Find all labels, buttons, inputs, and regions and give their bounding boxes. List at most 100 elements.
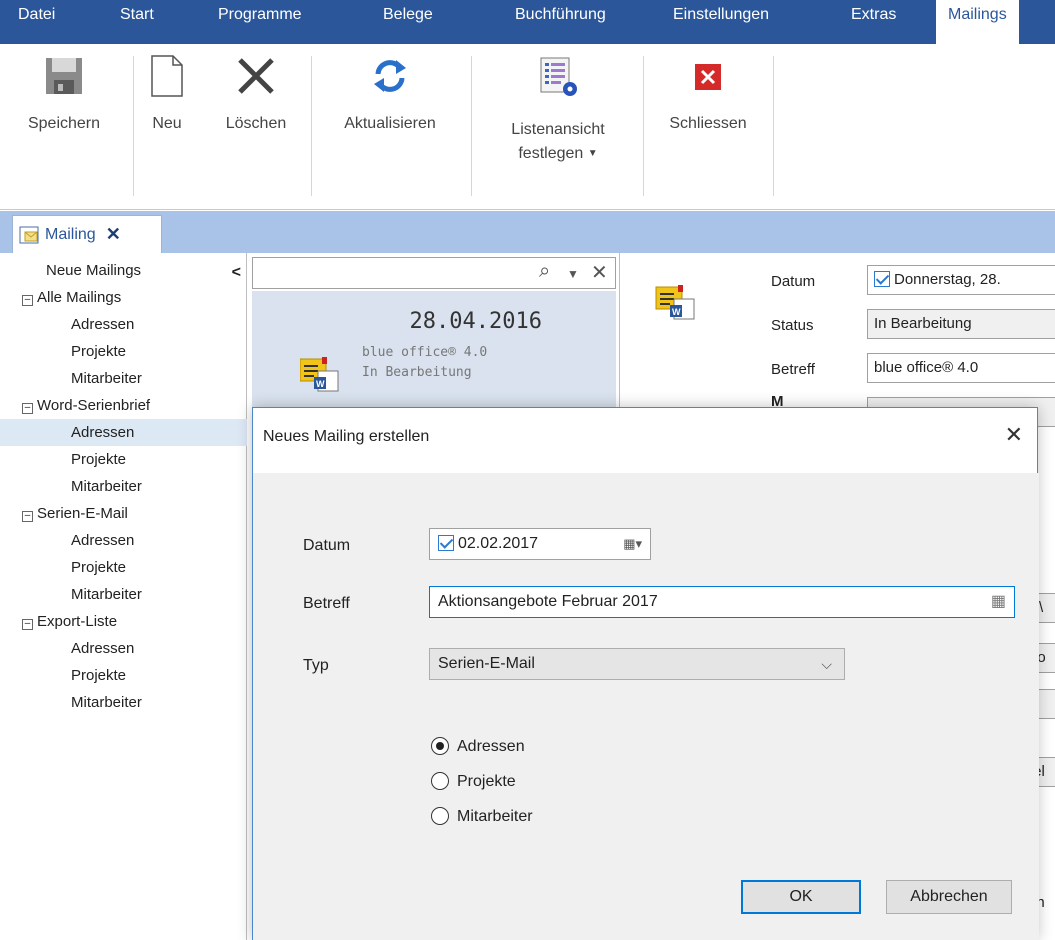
svg-text:W: W [672,307,681,317]
delete-x-icon [238,58,274,94]
word-letter-icon: W [655,285,695,320]
menu-extras[interactable]: Extras [851,0,896,44]
tree-item-adressen[interactable]: Adressen [0,635,247,662]
dropdown-arrow-icon: ▼ [587,148,598,159]
tree-item-projekte[interactable]: Projekte [0,662,247,689]
tab-close-icon[interactable]: ✕ [106,224,121,245]
dialog-close-icon[interactable]: ✕ [1005,422,1023,448]
search-icon[interactable]: ⌕ [539,260,550,283]
menu-datei[interactable]: Datei [18,0,55,44]
clear-search-icon[interactable]: ✕ [591,260,608,285]
document-tab-bar: Mailing ✕ [0,211,1055,253]
datum-label: Datum [771,273,816,290]
tree-item-mitarbeiter[interactable]: Mitarbeiter [0,473,247,500]
tree-item-mitarbeiter[interactable]: Mitarbeiter [0,689,247,716]
tree-item-word-serienbrief[interactable]: – Word-Serienbrief [0,392,247,419]
menu-mailings[interactable]: Mailings [936,0,1019,44]
card-date: 28.04.2016 [409,309,542,334]
dialog-betreff-label: Betreff [303,595,350,612]
tree-item-projekte[interactable]: Projekte [0,446,247,473]
datum-checkbox[interactable] [874,271,890,287]
status-label: Status [771,317,814,334]
navigation-tree: Neue Mailings < – Alle Mailings Adressen … [0,253,247,940]
radio-button-selected[interactable] [431,737,449,755]
search-input[interactable]: ⌕ ▼ ✕ [252,257,616,289]
collapse-box-icon[interactable]: – [22,403,33,414]
dialog-typ-label: Typ [303,657,329,674]
new-button[interactable]: Neu [142,55,192,136]
tree-item-projekte[interactable]: Projekte [0,554,247,581]
dialog-betreff-input[interactable]: Aktionsangebote Februar 2017 ▦ [429,586,1015,618]
card-subject: blue office® 4.0 [362,345,488,360]
status-field[interactable]: In Bearbeitung [867,309,1055,339]
menu-bar: Datei Start Programme Belege Buchführung… [0,0,1055,44]
mailing-document-icon [19,226,39,243]
menu-einstellungen[interactable]: Einstellungen [673,0,769,44]
tree-item-mitarbeiter[interactable]: Mitarbeiter [0,365,247,392]
dialog-body: Datum 02.02.2017 ▦▾ Betreff Aktionsangeb… [253,473,1039,940]
dialog-betreff-value: Aktionsangebote Februar 2017 [438,593,658,610]
dialog-datum-label: Datum [303,537,351,554]
calendar-dropdown-icon[interactable]: ▦▾ [623,529,642,559]
new-document-icon [151,55,183,97]
radio-button[interactable] [431,807,449,825]
tree-item-neue-mailings[interactable]: Neue Mailings < [0,257,247,284]
text-templates-icon[interactable]: ▦ [991,587,1006,617]
dialog-title: Neues Mailing erstellen [263,428,430,445]
ok-button[interactable]: OK [741,880,861,914]
collapse-box-icon[interactable]: – [22,295,33,306]
radio-button[interactable] [431,772,449,790]
betreff-field[interactable]: blue office® 4.0 [867,353,1055,383]
menu-belege[interactable]: Belege [383,0,433,44]
betreff-label: Betreff [771,361,815,378]
collapse-box-icon[interactable]: – [22,619,33,630]
refresh-button[interactable]: Aktualisieren [326,56,454,136]
tree-item-adressen[interactable]: Adressen [0,527,247,554]
cancel-button[interactable]: Abbrechen [886,880,1012,914]
delete-button[interactable]: Löschen [210,56,302,136]
word-letter-icon: W [300,357,339,392]
dialog-datum-value: 02.02.2017 [458,535,539,552]
radio-projekte[interactable]: Projekte [431,772,516,792]
dialog-datum-picker[interactable]: 02.02.2017 ▦▾ [429,528,651,560]
tree-item-adressen-selected[interactable]: Adressen [0,419,247,446]
svg-text:W: W [316,379,325,389]
tree-item-alle-mailings[interactable]: – Alle Mailings [0,284,247,311]
close-button[interactable]: Schliessen [656,56,760,136]
listview-settings-icon [540,57,577,96]
floppy-disk-icon [46,58,82,94]
close-red-icon [695,64,721,90]
collapse-panel-button[interactable]: < [232,259,241,286]
refresh-icon [374,60,406,92]
ribbon-divider [311,56,312,196]
ribbon-divider [133,56,134,196]
card-status: In Bearbeitung [362,365,472,380]
radio-mitarbeiter[interactable]: Mitarbeiter [431,807,533,827]
tree-item-projekte[interactable]: Projekte [0,338,247,365]
collapse-box-icon[interactable]: – [22,511,33,522]
menu-programme[interactable]: Programme [218,0,302,44]
ribbon-divider [643,56,644,196]
dialog-typ-value: Serien-E-Mail [438,655,535,672]
ribbon: Speichern Neu Löschen Aktualisieren List… [0,44,1055,210]
search-dropdown-icon[interactable]: ▼ [567,267,579,281]
tab-mailing-label: Mailing [45,225,96,243]
menu-start[interactable]: Start [120,0,154,44]
menu-buchfuehrung[interactable]: Buchführung [515,0,606,44]
datum-field[interactable]: Donnerstag, 28. [867,265,1055,295]
tab-mailing[interactable]: Mailing ✕ [12,215,162,253]
datum-enabled-checkbox[interactable] [438,535,454,551]
chevron-down-icon: ⌵ [821,656,832,672]
mailing-card[interactable]: 28.04.2016 W blue office® 4.0 In Bearbei… [252,291,616,421]
tree-item-adressen[interactable]: Adressen [0,311,247,338]
radio-adressen[interactable]: Adressen [431,737,525,757]
tree-item-mitarbeiter[interactable]: Mitarbeiter [0,581,247,608]
ribbon-divider [471,56,472,196]
dialog-typ-select[interactable]: Serien-E-Mail ⌵ [429,648,845,680]
tree-item-export-liste[interactable]: – Export-Liste [0,608,247,635]
listview-button[interactable]: Listenansicht festlegen ▼ [490,56,626,166]
save-button[interactable]: Speichern [8,56,120,136]
new-mailing-dialog: Neues Mailing erstellen ✕ Datum 02.02.20… [252,407,1039,940]
ribbon-divider [773,56,774,196]
tree-item-serien-e-mail[interactable]: – Serien-E-Mail [0,500,247,527]
